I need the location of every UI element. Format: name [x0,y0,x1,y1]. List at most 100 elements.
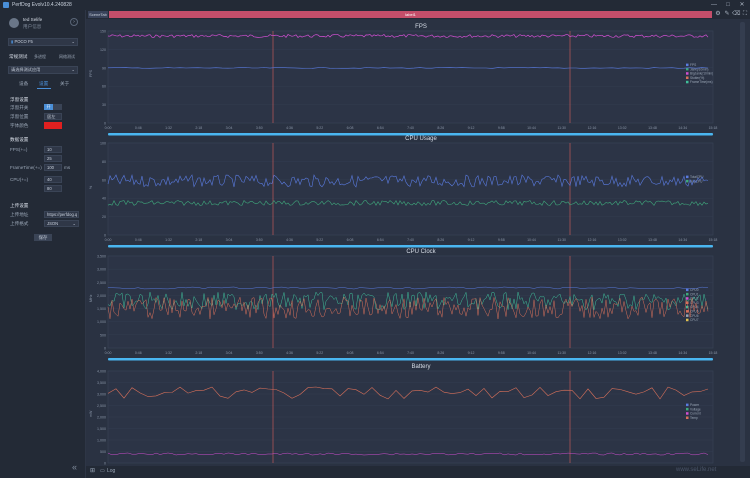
x-tick-2-1: 0:46 [135,351,142,355]
window-title: PerfDog Evolv10.4.240828 [12,0,72,10]
edit-icon[interactable]: ✎ [723,11,731,18]
fps-threshold-low-input[interactable]: 10 [44,146,62,153]
legend-swatch-0-3 [686,77,689,80]
mode-tab-multiprocess[interactable]: 多进程 [34,54,46,60]
tab-about[interactable]: 关于 [60,81,69,87]
y-label-1: % [89,185,93,189]
fps-threshold-high-input[interactable]: 25 [44,155,62,162]
frametime-threshold-value: 100 [47,165,54,170]
y-tick-0-1: 120 [100,48,106,52]
legend-swatch-2-1 [686,293,689,296]
y-tick-3-7: 500 [100,450,106,454]
x-tick-2-0: 0:00 [105,351,112,355]
legend-swatch-0-0 [686,64,689,67]
add-icon[interactable]: ⊞ [90,467,95,474]
legend-swatch-0-2 [686,72,689,75]
x-tick-1-5: 3:50 [256,238,263,242]
x-tick-0-9: 6:54 [377,126,384,130]
x-tick-1-0: 0:00 [105,238,112,242]
x-tick-0-12: 9:12 [468,126,475,130]
x-tick-0-19: 14:34 [678,126,687,130]
x-tick-2-5: 3:50 [256,351,263,355]
y-tick-3-0: 4,000 [97,370,106,374]
font-color-swatch[interactable] [44,122,62,129]
collapse-profile-button[interactable]: › [70,18,78,26]
maximize-button[interactable]: □ [722,0,734,10]
x-tick-2-13: 9:58 [498,351,505,355]
x-tick-2-19: 14:34 [678,351,687,355]
x-tick-1-18: 13:48 [648,238,657,242]
scene-tab[interactable]: SceneTab [88,11,108,18]
fps-threshold-label: FPS(+=) [10,147,27,152]
app-select-label: 请选择测试应用 [11,67,40,72]
cpu-threshold-low-input[interactable]: 40 [44,176,62,183]
tab-settings[interactable]: 设置 [39,81,48,87]
float-position-select[interactable]: 居左 [44,113,62,120]
cpu-threshold-high-input[interactable]: 80 [44,185,62,192]
tab-device[interactable]: 设备 [19,81,28,87]
x-tick-2-14: 10:44 [527,351,536,355]
legend-swatch-3-3 [686,417,689,420]
log-label[interactable]: Log [107,468,115,474]
x-tick-0-2: 1:32 [165,126,172,130]
y-tick-2-4: 1,500 [97,307,106,311]
x-tick-1-19: 14:34 [678,238,687,242]
collapse-sidebar-icon[interactable]: « [72,462,77,472]
plot-area-0 [108,31,713,123]
y-tick-3-8: 0 [104,462,106,466]
x-tick-0-1: 0:46 [135,126,142,130]
watermark: www.seLife.net [676,467,716,473]
y-tick-3-3: 2,500 [97,404,106,408]
chevron-down-icon: ⌄ [71,39,75,45]
delete-icon[interactable]: ⌫ [732,11,740,18]
legend-swatch-2-2 [686,297,689,300]
fps-threshold-low-value: 10 [47,147,52,152]
legend-item-0-4: FrameTime(ms) [690,80,713,84]
upload-format-label: 上传格式 [10,221,28,227]
save-button[interactable]: 保存 [34,234,52,241]
x-tick-2-2: 1:32 [165,351,172,355]
y-tick-0-5: 0 [104,122,106,126]
x-tick-1-13: 9:58 [498,238,505,242]
device-select[interactable]: ▮ POCO F5⌄ [8,38,78,46]
frametime-threshold-input[interactable]: 100 [44,164,62,171]
font-color-label: 字体颜色 [10,123,28,129]
app-select[interactable]: 请选择测试应用⌄ [8,66,78,74]
panel-title-1: CPU Usage [405,136,437,142]
y-label-0: FPS [89,69,93,77]
upload-url-label: 上传地址 [10,212,28,218]
x-tick-1-10: 7:40 [407,238,414,242]
plot-area-1 [108,143,713,235]
x-tick-1-16: 12:16 [588,238,597,242]
settings-icon[interactable]: ⚙ [714,11,722,18]
minimize-button[interactable]: — [708,0,720,10]
float-switch-toggle[interactable]: 开 [44,104,62,110]
legend-item-2-7: CPU7 [690,318,699,322]
x-tick-1-20: 15:18 [709,238,718,242]
x-tick-2-7: 5:22 [316,351,323,355]
sidebar: ted Selife 用户信息 › ▮ POCO F5⌄ 常规测试 多进程 网络… [0,10,86,478]
close-button[interactable]: ✕ [736,0,748,10]
legend-swatch-2-7 [686,319,689,322]
float-position-label: 浮窗位置 [10,114,28,120]
y-tick-1-3: 40 [102,197,106,201]
upload-format-value: JSON [47,221,58,226]
x-tick-0-15: 11:30 [558,126,567,130]
x-tick-0-4: 3:04 [226,126,233,130]
mode-tab-network[interactable]: 网络测试 [59,54,75,60]
label-bar[interactable]: label1 [109,11,712,18]
vertical-scrollbar[interactable] [740,22,745,462]
y-tick-1-5: 0 [104,234,106,238]
x-tick-1-9: 6:54 [377,238,384,242]
x-tick-1-4: 3:04 [226,238,233,242]
mode-tab-normal[interactable]: 常规测试 [9,54,27,60]
upload-format-select[interactable]: JSON⌄ [44,220,79,227]
legend-swatch-2-5 [686,310,689,313]
x-tick-2-18: 13:48 [648,351,657,355]
fullscreen-icon[interactable]: ⛶ [741,11,749,18]
upload-url-input[interactable]: https://perfdog.q [44,211,79,218]
legend-swatch-3-0 [686,404,689,407]
x-tick-1-12: 9:12 [468,238,475,242]
avatar[interactable] [9,18,19,28]
x-tick-2-9: 6:54 [377,351,384,355]
